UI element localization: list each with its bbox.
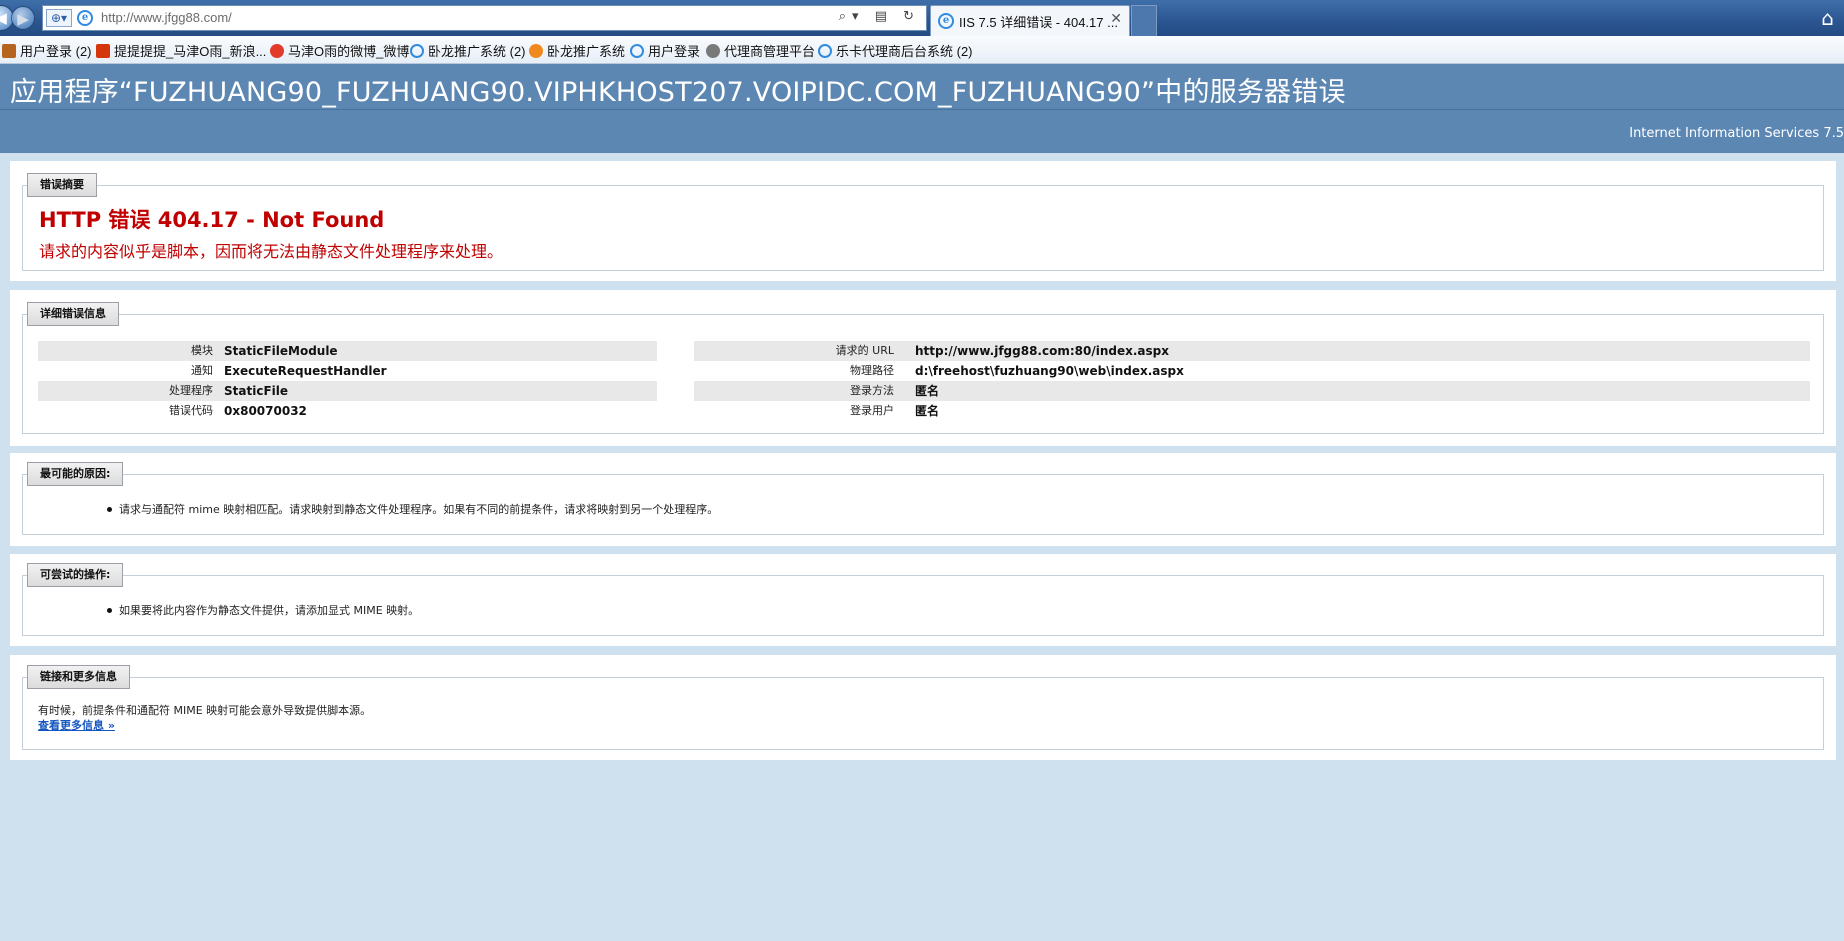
detail-key: 模块 (191, 344, 213, 357)
favorite-icon (2, 44, 16, 58)
action-item: 如果要将此内容作为静态文件提供，请添加显式 MIME 映射。 (106, 604, 420, 617)
summary-fieldset: 错误摘要 HTTP 错误 404.17 - Not Found 请求的内容似乎是… (22, 173, 1824, 271)
more-panel: 链接和更多信息 有时候，前提条件和通配符 MIME 映射可能会意外导致提供脚本源… (10, 655, 1836, 760)
tab-ie-icon: e (938, 13, 954, 29)
server-banner: Internet Information Services 7.5 (0, 110, 1844, 153)
causes-panel: 最可能的原因: 请求与通配符 mime 映射相匹配。请求映射到静态文件处理程序。… (10, 453, 1836, 546)
ie-icon (410, 44, 424, 58)
address-tools-icons[interactable]: ⌕▾ ▤ ↻ (839, 9, 920, 24)
tab-close-icon[interactable]: ✕ (1110, 11, 1122, 27)
forward-button[interactable]: ▶ (11, 6, 35, 30)
favorite-icon (529, 44, 543, 58)
causes-legend: 最可能的原因: (27, 462, 124, 486)
detail-row: 模块 StaticFileModule (38, 341, 657, 361)
more-fieldset: 链接和更多信息 有时候，前提条件和通配符 MIME 映射可能会意外导致提供脚本源… (22, 665, 1824, 750)
favorite-item[interactable]: 卧龙推广系统 (529, 41, 625, 60)
detail-key: 登录用户 (850, 404, 894, 417)
page-title: 应用程序“FUZHUANG90_FUZHUANG90.VIPHKHOST207.… (10, 77, 1346, 108)
detail-row: 请求的 URL http://www.jfgg88.com:80/index.as… (694, 341, 1810, 361)
gear-icon (706, 44, 720, 58)
detail-row: 处理程序 StaticFile (38, 381, 657, 401)
weibo-icon (270, 44, 284, 58)
detail-row: 物理路径 d:\freehost\fuzhuang90\web\index.asp… (694, 361, 1810, 381)
home-icon[interactable]: ⌂ (1821, 6, 1834, 30)
more-legend: 链接和更多信息 (27, 665, 130, 689)
tab-title: IIS 7.5 详细错误 - 404.17 ... (959, 15, 1118, 30)
favorite-item[interactable]: 卧龙推广系统 (2) (410, 41, 526, 60)
address-url[interactable]: http://www.jfgg88.com/ (101, 10, 232, 25)
browser-toolbar: ◀ ▶ ⊕▾ e http://www.jfgg88.com/ ⌕▾ ▤ ↻ e… (0, 0, 1844, 36)
detail-row: 登录方法 匿名 (694, 381, 1810, 401)
ie-icon (630, 44, 644, 58)
causes-fieldset: 最可能的原因: 请求与通配符 mime 映射相匹配。请求映射到静态文件处理程序。… (22, 462, 1824, 535)
detail-key: 请求的 URL (835, 344, 894, 357)
favorite-item[interactable]: 用户登录 (630, 41, 700, 60)
detail-value: http://www.jfgg88.com:80/index.aspx (915, 344, 1169, 358)
cause-item: 请求与通配符 mime 映射相匹配。请求映射到静态文件处理程序。如果有不同的前提… (106, 503, 719, 516)
detail-value: 匿名 (915, 384, 940, 398)
favorite-icon (96, 44, 110, 58)
more-info-link[interactable]: 查看更多信息 » (38, 717, 115, 733)
detail-right-table: 请求的 URL http://www.jfgg88.com:80/index.as… (694, 341, 1810, 421)
detail-row: 错误代码 0x80070032 (38, 401, 657, 421)
address-bar[interactable]: ⊕▾ e http://www.jfgg88.com/ ⌕▾ ▤ ↻ (42, 5, 927, 31)
summary-legend: 错误摘要 (27, 173, 97, 197)
server-label: Internet Information Services 7.5 (1629, 126, 1844, 141)
detail-key: 通知 (191, 364, 213, 377)
favorite-item[interactable]: 乐卡代理商后台系统 (2) (818, 41, 973, 60)
detail-value: d:\freehost\fuzhuang90\web\index.aspx (915, 364, 1184, 378)
ie-page-icon: e (77, 10, 93, 26)
detail-fieldset: 详细错误信息 模块 StaticFileModule 通知 ExecuteReque… (22, 302, 1824, 434)
more-info-text: 有时候，前提条件和通配符 MIME 映射可能会意外导致提供脚本源。 (38, 704, 372, 717)
detail-value: ExecuteRequestHandler (224, 364, 387, 378)
ie-icon (818, 44, 832, 58)
favorites-bar: 用户登录 (2) 提提提提_马津O雨_新浪... 马津O雨的微博_微博 卧龙推广… (0, 36, 1844, 64)
favorite-item[interactable]: 提提提提_马津O雨_新浪... (96, 41, 266, 60)
error-description: 请求的内容似乎是脚本，因而将无法由静态文件处理程序来处理。 (39, 242, 504, 261)
detail-value: StaticFile (224, 384, 289, 398)
actions-fieldset: 可尝试的操作: 如果要将此内容作为静态文件提供，请添加显式 MIME 映射。 (22, 563, 1824, 636)
detail-row: 登录用户 匿名 (694, 401, 1810, 421)
new-tab-button[interactable] (1131, 5, 1157, 36)
compatibility-view-icon[interactable]: ⊕▾ (46, 9, 72, 27)
detail-key: 物理路径 (850, 364, 894, 377)
favorite-item[interactable]: 马津O雨的微博_微博 (270, 41, 409, 60)
tab-active[interactable]: e IIS 7.5 详细错误 - 404.17 ... ✕ (930, 5, 1130, 36)
favorite-item[interactable]: 代理商管理平台 (706, 41, 815, 60)
detail-value: 匿名 (915, 404, 940, 418)
summary-panel: 错误摘要 HTTP 错误 404.17 - Not Found 请求的内容似乎是… (10, 161, 1836, 281)
detail-row: 通知 ExecuteRequestHandler (38, 361, 657, 381)
detail-key: 错误代码 (169, 404, 213, 417)
detail-key: 处理程序 (169, 384, 213, 397)
detail-panel: 详细错误信息 模块 StaticFileModule 通知 ExecuteReque… (10, 290, 1836, 446)
error-title: HTTP 错误 404.17 - Not Found (39, 208, 385, 232)
detail-value: 0x80070032 (224, 404, 307, 418)
page-header: 应用程序“FUZHUANG90_FUZHUANG90.VIPHKHOST207.… (0, 64, 1844, 110)
detail-key: 登录方法 (850, 384, 894, 397)
actions-legend: 可尝试的操作: (27, 563, 124, 587)
actions-panel: 可尝试的操作: 如果要将此内容作为静态文件提供，请添加显式 MIME 映射。 (10, 554, 1836, 646)
detail-left-table: 模块 StaticFileModule 通知 ExecuteRequestHandl… (38, 341, 657, 421)
detail-legend: 详细错误信息 (27, 302, 119, 326)
favorite-item[interactable]: 用户登录 (2) (2, 41, 92, 60)
detail-value: StaticFileModule (224, 344, 338, 358)
